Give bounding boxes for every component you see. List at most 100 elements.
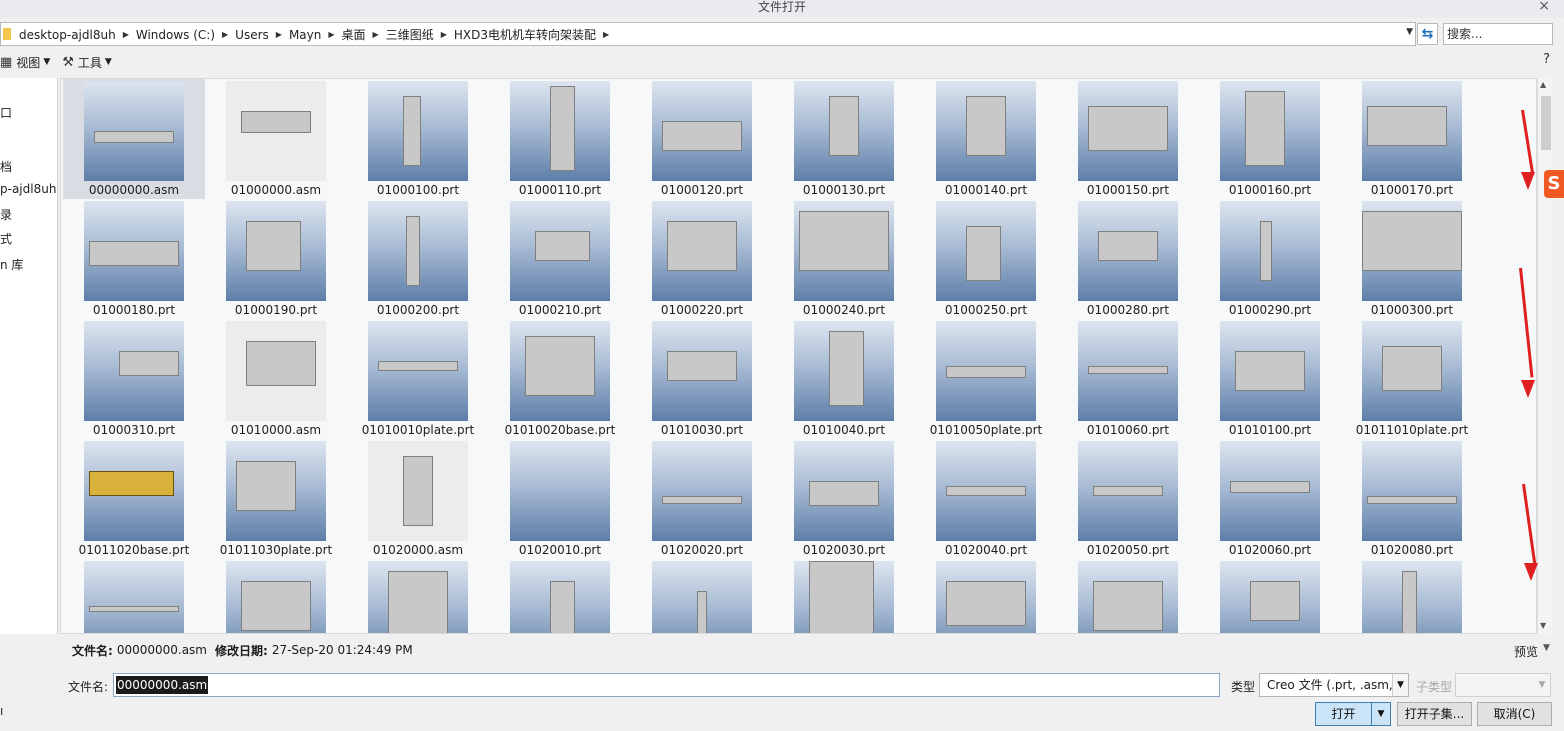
breadcrumb-item[interactable]: 桌面 ▶ — [342, 26, 386, 43]
file-item[interactable]: 01010000.asm — [205, 319, 347, 439]
file-item[interactable] — [1057, 559, 1199, 633]
open-button[interactable]: 打开 — [1315, 702, 1372, 726]
refresh-icon[interactable]: ⇆ — [1417, 23, 1438, 45]
file-item[interactable]: 01000130.prt — [773, 79, 915, 199]
file-item[interactable]: 01000150.prt — [1057, 79, 1199, 199]
view-button[interactable]: ▦ 视图 ▼ — [0, 54, 50, 71]
address-bar[interactable]: desktop-ajdl8uh ▶ Windows (C:) ▶ Users ▶ Mayn ▶… — [0, 22, 1416, 46]
file-item[interactable]: 01000200.prt — [347, 199, 489, 319]
sidebar-item[interactable]: 档 — [0, 158, 12, 175]
preview-toggle[interactable]: 预览 — [1514, 643, 1538, 660]
type-select[interactable]: Creo 文件 (.prt, .asm, ▼ — [1259, 673, 1409, 697]
file-item[interactable]: 00000000.asm — [63, 79, 205, 199]
chevron-right-icon[interactable]: ▶ — [328, 30, 334, 39]
sidebar-item[interactable]: 口 — [0, 104, 12, 121]
file-item[interactable] — [205, 559, 347, 633]
file-item[interactable]: 01000250.prt — [915, 199, 1057, 319]
chevron-down-icon[interactable]: ▼ — [1543, 643, 1550, 653]
tools-label: 工具 — [77, 55, 102, 70]
part-shape — [662, 121, 742, 151]
sogou-ime-icon[interactable]: S — [1544, 170, 1564, 198]
file-item[interactable]: 01020080.prt — [1341, 439, 1483, 559]
sidebar-item[interactable]: 式 — [0, 230, 12, 247]
file-item[interactable]: 01020030.prt — [773, 439, 915, 559]
file-item[interactable]: 01000240.prt — [773, 199, 915, 319]
breadcrumb-item[interactable]: HXD3电机机车转向架装配 ▶ — [454, 26, 616, 43]
file-item[interactable]: 01000210.prt — [489, 199, 631, 319]
file-item[interactable]: 01010040.prt — [773, 319, 915, 439]
sidebar-item[interactable]: p-ajdl8uh — [0, 182, 56, 196]
file-item[interactable]: 01020010.prt — [489, 439, 631, 559]
vertical-scrollbar[interactable]: ▲ ▼ — [1537, 78, 1553, 634]
file-item[interactable] — [1341, 559, 1483, 633]
filename-field[interactable]: 00000000.asm — [113, 673, 1220, 697]
part-shape — [94, 131, 174, 143]
file-item[interactable]: 01010030.prt — [631, 319, 773, 439]
file-item[interactable]: 01000160.prt — [1199, 79, 1341, 199]
open-dropdown-button[interactable]: ▼ — [1371, 702, 1391, 726]
file-item[interactable] — [773, 559, 915, 633]
chevron-down-icon[interactable]: ▼ — [1392, 674, 1408, 696]
file-item[interactable]: 01000300.prt — [1341, 199, 1483, 319]
file-item[interactable]: 01011020base.prt — [63, 439, 205, 559]
file-item[interactable]: 01011030plate.prt — [205, 439, 347, 559]
file-item[interactable]: 01000310.prt — [63, 319, 205, 439]
scroll-up-icon[interactable]: ▲ — [1540, 80, 1546, 89]
file-item[interactable]: 01011010plate.prt — [1341, 319, 1483, 439]
file-item[interactable]: 01000170.prt — [1341, 79, 1483, 199]
file-item[interactable]: 01000140.prt — [915, 79, 1057, 199]
file-item[interactable]: 01000220.prt — [631, 199, 773, 319]
scroll-down-icon[interactable]: ▼ — [1540, 621, 1546, 630]
file-item[interactable]: 01010060.prt — [1057, 319, 1199, 439]
filename-field-label: 文件名: — [68, 680, 109, 694]
file-item[interactable]: 01020000.asm — [347, 439, 489, 559]
breadcrumb-item[interactable]: desktop-ajdl8uh ▶ — [19, 28, 136, 42]
sidebar-item[interactable]: n 库 — [0, 256, 23, 273]
chevron-right-icon[interactable]: ▶ — [123, 30, 129, 39]
breadcrumb-item[interactable]: Mayn ▶ — [289, 28, 342, 42]
file-item[interactable] — [489, 559, 631, 633]
file-item[interactable] — [347, 559, 489, 633]
file-item[interactable]: 01020040.prt — [915, 439, 1057, 559]
chevron-right-icon[interactable]: ▶ — [373, 30, 379, 39]
file-item[interactable]: 01000180.prt — [63, 199, 205, 319]
search-input[interactable]: 搜索... — [1443, 23, 1553, 45]
file-item[interactable] — [63, 559, 205, 633]
close-icon[interactable]: × — [1538, 0, 1550, 13]
chevron-right-icon[interactable]: ▶ — [276, 30, 282, 39]
file-name: 01000280.prt — [1086, 303, 1170, 317]
file-item[interactable]: 01000280.prt — [1057, 199, 1199, 319]
file-item[interactable]: 01010010plate.prt — [347, 319, 489, 439]
help-cursor-icon[interactable]: ? — [1543, 52, 1550, 67]
file-item[interactable] — [631, 559, 773, 633]
breadcrumb-item[interactable]: Windows (C:) ▶ — [136, 28, 235, 42]
tools-button[interactable]: ⚒ 工具 ▼ — [62, 54, 112, 71]
file-item[interactable]: 01020020.prt — [631, 439, 773, 559]
file-item[interactable]: 01000000.asm — [205, 79, 347, 199]
sidebar-item[interactable]: 录 — [0, 206, 12, 223]
file-item[interactable]: 01000190.prt — [205, 199, 347, 319]
breadcrumb-item[interactable]: 三维图纸 ▶ — [386, 26, 454, 43]
open-subset-button[interactable]: 打开子集... — [1397, 702, 1472, 726]
chevron-right-icon[interactable]: ▶ — [603, 30, 609, 39]
file-item[interactable] — [915, 559, 1057, 633]
file-item[interactable]: 01010100.prt — [1199, 319, 1341, 439]
scrollbar-thumb[interactable] — [1541, 96, 1551, 150]
part-shape — [236, 461, 296, 511]
file-item[interactable]: 01000290.prt — [1199, 199, 1341, 319]
file-item[interactable]: 01010050plate.prt — [915, 319, 1057, 439]
file-thumbnail — [1220, 321, 1320, 421]
file-item[interactable]: 01000120.prt — [631, 79, 773, 199]
chevron-down-icon[interactable]: ▼ — [1406, 27, 1413, 37]
chevron-right-icon[interactable]: ▶ — [441, 30, 447, 39]
chevron-right-icon[interactable]: ▶ — [222, 30, 228, 39]
file-item[interactable]: 01000110.prt — [489, 79, 631, 199]
file-item[interactable]: 01020060.prt — [1199, 439, 1341, 559]
cancel-button[interactable]: 取消(C) — [1477, 702, 1552, 726]
file-item[interactable] — [1199, 559, 1341, 633]
file-item[interactable]: 01010020base.prt — [489, 319, 631, 439]
breadcrumb-item[interactable]: Users ▶ — [235, 28, 289, 42]
file-item[interactable]: 01020050.prt — [1057, 439, 1199, 559]
file-item[interactable]: 01000100.prt — [347, 79, 489, 199]
file-thumbnail — [1362, 321, 1462, 421]
